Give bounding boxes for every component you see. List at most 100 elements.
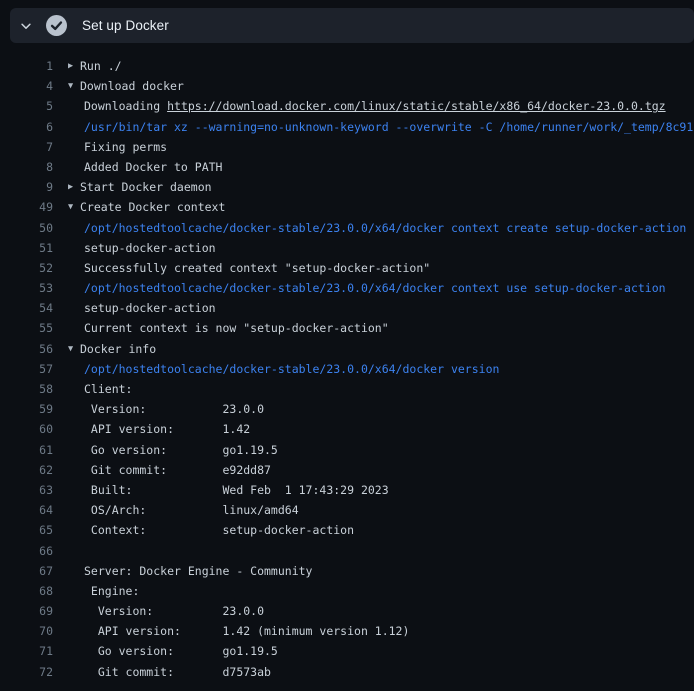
- line-number[interactable]: 67: [0, 561, 53, 581]
- log-text: Version: 23.0.0: [80, 399, 264, 419]
- log-text: Downloading https://download.docker.com/…: [80, 96, 666, 116]
- log-text: Start Docker daemon: [80, 177, 212, 197]
- log-line: 53/opt/hostedtoolcache/docker-stable/23.…: [0, 278, 694, 298]
- line-number[interactable]: 55: [0, 318, 53, 338]
- log-text: Download docker: [80, 76, 184, 96]
- log-line: 56▼Docker info: [0, 339, 694, 359]
- log-text: Git commit: d7573ab: [80, 662, 271, 682]
- line-number[interactable]: 61: [0, 440, 53, 460]
- line-number[interactable]: 63: [0, 480, 53, 500]
- log-line: 59 Version: 23.0.0: [0, 399, 694, 419]
- log-line: 62 Git commit: e92dd87: [0, 460, 694, 480]
- log-lines: 1▶Run ./4▼Download docker5Downloading ht…: [0, 43, 694, 682]
- line-number[interactable]: 62: [0, 460, 53, 480]
- line-number[interactable]: 58: [0, 379, 53, 399]
- log-line: 8 Added Docker to PATH: [0, 157, 694, 177]
- line-number[interactable]: 5: [0, 96, 53, 116]
- check-circle-icon: [46, 15, 67, 36]
- line-number[interactable]: 68: [0, 581, 53, 601]
- line-number[interactable]: 8: [0, 157, 53, 177]
- line-number[interactable]: 70: [0, 621, 53, 641]
- collapse-group-icon[interactable]: ▼: [53, 76, 80, 96]
- line-number[interactable]: 72: [0, 662, 53, 682]
- log-line: 63 Built: Wed Feb 1 17:43:29 2023: [0, 480, 694, 500]
- line-number[interactable]: 60: [0, 419, 53, 439]
- line-number[interactable]: 65: [0, 520, 53, 540]
- log-line: 68 Engine:: [0, 581, 694, 601]
- log-line: 7 Fixing perms: [0, 137, 694, 157]
- log-text: Context: setup-docker-action: [80, 520, 354, 540]
- log-line: 61 Go version: go1.19.5: [0, 440, 694, 460]
- log-text: Client:: [80, 379, 132, 399]
- log-line: 65 Context: setup-docker-action: [0, 520, 694, 540]
- line-number[interactable]: 57: [0, 359, 53, 379]
- log-line: 67 Server: Docker Engine - Community: [0, 561, 694, 581]
- collapse-group-icon[interactable]: ▼: [53, 197, 80, 217]
- log-line: 6/usr/bin/tar xz --warning=no-unknown-ke…: [0, 117, 694, 137]
- expand-group-icon[interactable]: ▶: [53, 177, 80, 197]
- chevron-down-icon[interactable]: [19, 19, 33, 33]
- line-number[interactable]: 54: [0, 298, 53, 318]
- log-text: OS/Arch: linux/amd64: [80, 500, 299, 520]
- log-text: Go version: go1.19.5: [80, 641, 278, 661]
- log-line: 4▼Download docker: [0, 76, 694, 96]
- line-number[interactable]: 71: [0, 641, 53, 661]
- line-number[interactable]: 51: [0, 238, 53, 258]
- log-text: Create Docker context: [80, 197, 225, 217]
- log-text: Go version: go1.19.5: [80, 440, 278, 460]
- log-line: 64 OS/Arch: linux/amd64: [0, 500, 694, 520]
- log-line: 51setup-docker-action: [0, 238, 694, 258]
- line-number[interactable]: 1: [0, 56, 53, 76]
- expand-group-icon[interactable]: ▶: [53, 56, 80, 76]
- log-line: 72 Git commit: d7573ab: [0, 662, 694, 682]
- line-number[interactable]: 69: [0, 601, 53, 621]
- log-text: Built: Wed Feb 1 17:43:29 2023: [80, 480, 389, 500]
- step-title: Set up Docker: [82, 18, 169, 33]
- log-command-text: /opt/hostedtoolcache/docker-stable/23.0.…: [80, 359, 499, 379]
- line-number[interactable]: 50: [0, 218, 53, 238]
- log-text: Git commit: e92dd87: [80, 460, 271, 480]
- line-number[interactable]: 59: [0, 399, 53, 419]
- log-line: 71 Go version: go1.19.5: [0, 641, 694, 661]
- log-line: 1▶Run ./: [0, 56, 694, 76]
- log-line: 52 Successfully created context "setup-do…: [0, 258, 694, 278]
- log-line: 55 Current context is now "setup-docker-a…: [0, 318, 694, 338]
- log-text: Server: Docker Engine - Community: [80, 561, 312, 581]
- collapse-group-icon[interactable]: ▼: [53, 339, 80, 359]
- log-text: setup-docker-action: [80, 298, 216, 318]
- line-number[interactable]: 49: [0, 197, 53, 217]
- line-number[interactable]: 64: [0, 500, 53, 520]
- line-number[interactable]: 53: [0, 278, 53, 298]
- line-number[interactable]: 9: [0, 177, 53, 197]
- line-number[interactable]: 52: [0, 258, 53, 278]
- log-text: Engine:: [80, 581, 139, 601]
- log-line: 9▶Start Docker daemon: [0, 177, 694, 197]
- log-text: Added Docker to PATH: [80, 157, 222, 177]
- log-line: 54 setup-docker-action: [0, 298, 694, 318]
- log-text: API version: 1.42: [80, 419, 250, 439]
- line-number[interactable]: 56: [0, 339, 53, 359]
- log-line: 49▼Create Docker context: [0, 197, 694, 217]
- log-line: 58 Client:: [0, 379, 694, 399]
- log-text: API version: 1.42 (minimum version 1.12): [80, 621, 409, 641]
- log-line: 60 API version: 1.42: [0, 419, 694, 439]
- log-line: 66: [0, 541, 694, 561]
- log-text: Current context is now "setup-docker-act…: [80, 318, 389, 338]
- line-number[interactable]: 7: [0, 137, 53, 157]
- log-line: 57/opt/hostedtoolcache/docker-stable/23.…: [0, 359, 694, 379]
- log-text: Fixing perms: [80, 137, 167, 157]
- log-line: 50/opt/hostedtoolcache/docker-stable/23.…: [0, 218, 694, 238]
- log-text: Run ./: [80, 56, 122, 76]
- line-number[interactable]: 66: [0, 541, 53, 561]
- log-line: 5 Downloading https://download.docker.com…: [0, 96, 694, 116]
- log-text: Successfully created context "setup-dock…: [80, 258, 430, 278]
- log-command-text: /usr/bin/tar xz --warning=no-unknown-key…: [80, 117, 693, 137]
- line-number[interactable]: 6: [0, 117, 53, 137]
- step-header[interactable]: Set up Docker: [10, 8, 694, 43]
- log-line: 69 Version: 23.0.0: [0, 601, 694, 621]
- log-command-text: /opt/hostedtoolcache/docker-stable/23.0.…: [80, 218, 686, 238]
- line-number[interactable]: 4: [0, 76, 53, 96]
- download-url-link[interactable]: https://download.docker.com/linux/static…: [167, 99, 666, 113]
- log-text: Docker info: [80, 339, 156, 359]
- log-line: 70 API version: 1.42 (minimum version 1.…: [0, 621, 694, 641]
